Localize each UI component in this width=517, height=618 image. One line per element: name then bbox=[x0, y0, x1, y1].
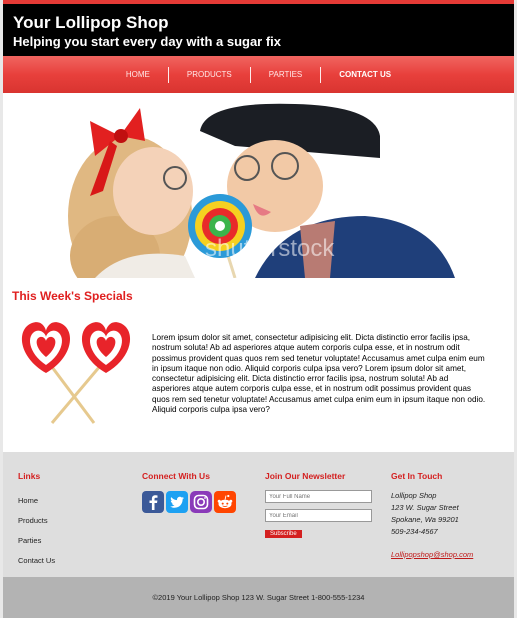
footer-newsletter-column: Join Our Newsletter Subscribe bbox=[265, 471, 372, 540]
newsletter-name-input[interactable] bbox=[265, 490, 372, 503]
heart-lollipops-image bbox=[14, 317, 140, 427]
contact-phone: 509-234-4567 bbox=[391, 527, 438, 536]
footer-connect-heading: Connect With Us bbox=[142, 471, 210, 481]
contact-email-link[interactable]: Lollipopshop@shop.com bbox=[391, 550, 473, 559]
copyright-bar: ©2019 Your Lollipop Shop 123 W. Sugar St… bbox=[3, 577, 514, 618]
contact-business-name: Lollipop Shop bbox=[391, 491, 437, 500]
site-footer: Links Home Products Parties Contact Us C… bbox=[3, 452, 514, 577]
nav-divider bbox=[167, 66, 169, 83]
reddit-icon[interactable] bbox=[214, 491, 236, 513]
main-nav: HOME PRODUCTS PARTIES CONTACT US bbox=[3, 56, 514, 93]
newsletter-email-input[interactable] bbox=[265, 509, 372, 522]
hero-image: shutterstock bbox=[35, 96, 484, 278]
site-header: Your Lollipop Shop Helping you start eve… bbox=[3, 0, 514, 56]
specials-body: Lorem ipsum dolor sit amet, consectetur … bbox=[152, 333, 486, 415]
social-icons bbox=[142, 491, 236, 513]
kids-lollipop-photo: shutterstock bbox=[35, 96, 484, 278]
footer-links-column: Links Home Products Parties Contact Us bbox=[18, 471, 55, 565]
site-title: Your Lollipop Shop bbox=[13, 13, 169, 32]
footer-link-home[interactable]: Home bbox=[18, 496, 55, 505]
nav-contact-us[interactable]: CONTACT US bbox=[321, 67, 409, 83]
footer-connect-column: Connect With Us bbox=[142, 471, 236, 513]
footer-contact-heading: Get In Touch bbox=[391, 471, 443, 481]
twitter-icon[interactable] bbox=[166, 491, 188, 513]
footer-link-parties[interactable]: Parties bbox=[18, 536, 55, 545]
heart-lollipops-graphic bbox=[21, 322, 131, 424]
contact-city: Spokane, Wa 99201 bbox=[391, 515, 459, 524]
contact-street: 123 W. Sugar Street bbox=[391, 503, 459, 512]
footer-link-products[interactable]: Products bbox=[18, 516, 55, 525]
specials-heading: This Week's Specials bbox=[12, 289, 133, 303]
footer-newsletter-heading: Join Our Newsletter bbox=[265, 471, 346, 481]
nav-divider bbox=[320, 66, 322, 83]
nav-home[interactable]: HOME bbox=[108, 67, 168, 83]
site-tagline: Helping you start every day with a sugar… bbox=[13, 34, 282, 49]
footer-contact-column: Get In Touch Lollipop Shop 123 W. Sugar … bbox=[391, 471, 473, 559]
watermark-text: shutterstock bbox=[205, 235, 335, 262]
nav-products[interactable]: PRODUCTS bbox=[169, 67, 250, 83]
subscribe-button[interactable]: Subscribe bbox=[265, 530, 302, 538]
footer-links-heading: Links bbox=[18, 471, 41, 481]
instagram-icon[interactable] bbox=[190, 491, 212, 513]
facebook-icon[interactable] bbox=[142, 491, 164, 513]
nav-divider bbox=[249, 66, 251, 83]
footer-link-contact-us[interactable]: Contact Us bbox=[18, 556, 55, 565]
nav-parties[interactable]: PARTIES bbox=[251, 67, 321, 83]
